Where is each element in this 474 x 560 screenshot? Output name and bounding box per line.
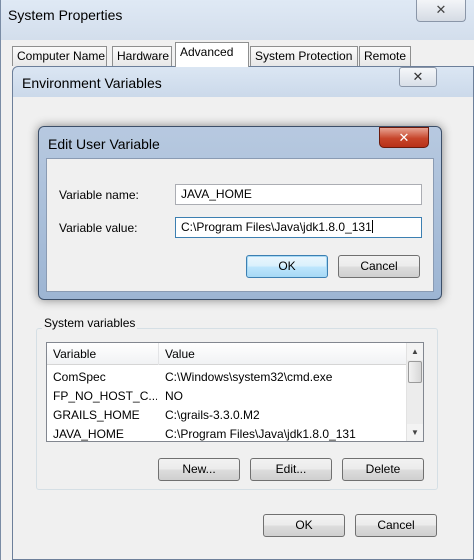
environment-ok-button[interactable]: OK xyxy=(263,514,345,537)
variable-name-value: JAVA_HOME xyxy=(181,187,252,201)
list-scrollbar[interactable]: ▲ ▼ xyxy=(406,343,423,441)
close-icon: ✕ xyxy=(398,130,410,145)
close-icon: ✕ xyxy=(435,2,447,17)
column-header-value[interactable]: Value xyxy=(159,343,408,365)
scroll-thumb[interactable] xyxy=(408,361,422,383)
edit-user-variable-close-button[interactable]: ✕ xyxy=(379,127,429,148)
row-variable: JAVA_HOME xyxy=(53,427,124,441)
edit-cancel-button[interactable]: Cancel xyxy=(338,255,420,278)
environment-variables-title: Environment Variables xyxy=(22,75,162,91)
table-row[interactable]: FP_NO_HOST_C... NO xyxy=(47,387,408,406)
table-row[interactable]: ComSpec C:\Windows\system32\cmd.exe xyxy=(47,368,408,387)
environment-cancel-button[interactable]: Cancel xyxy=(355,514,437,537)
row-value: C:\Program Files\Java\jdk1.8.0_131 xyxy=(165,427,356,441)
variable-name-input[interactable]: JAVA_HOME xyxy=(175,184,422,205)
row-value: C:\Windows\system32\cmd.exe xyxy=(165,370,333,384)
tab-computer-name[interactable]: Computer Name xyxy=(12,46,107,66)
variable-value-input[interactable]: C:\Program Files\Java\jdk1.8.0_131 xyxy=(175,217,422,238)
system-properties-close-button[interactable]: ✕ xyxy=(416,0,466,22)
tab-system-protection[interactable]: System Protection xyxy=(250,46,358,66)
close-icon: ✕ xyxy=(412,69,424,84)
variable-name-label: Variable name: xyxy=(59,188,139,202)
variable-value-label: Variable value: xyxy=(59,221,138,235)
scroll-down-icon[interactable]: ▼ xyxy=(407,424,423,441)
row-variable: ComSpec xyxy=(53,370,106,384)
row-variable: FP_NO_HOST_C... xyxy=(53,389,157,403)
edit-ok-button[interactable]: OK xyxy=(246,255,328,278)
tab-advanced[interactable]: Advanced xyxy=(175,42,249,67)
environment-variables-close-button[interactable]: ✕ xyxy=(399,67,437,87)
row-variable: GRAILS_HOME xyxy=(53,408,140,422)
delete-system-variable-button[interactable]: Delete xyxy=(342,458,424,481)
row-value: C:\grails-3.3.0.M2 xyxy=(165,408,260,422)
variable-value-value: C:\Program Files\Java\jdk1.8.0_131 xyxy=(181,220,372,234)
text-caret xyxy=(371,220,373,233)
tab-hardware[interactable]: Hardware xyxy=(112,46,172,66)
edit-user-variable-title: Edit User Variable xyxy=(48,136,160,152)
scroll-up-icon[interactable]: ▲ xyxy=(407,343,423,360)
column-header-variable[interactable]: Variable xyxy=(47,343,159,365)
edit-system-variable-button[interactable]: Edit... xyxy=(250,458,332,481)
tab-remote[interactable]: Remote xyxy=(359,46,411,66)
new-system-variable-button[interactable]: New... xyxy=(158,458,240,481)
system-variables-list[interactable]: Variable Value ComSpec C:\Windows\system… xyxy=(46,342,424,442)
row-value: NO xyxy=(165,389,183,403)
table-row[interactable]: GRAILS_HOME C:\grails-3.3.0.M2 xyxy=(47,406,408,425)
system-variables-label: System variables xyxy=(42,316,138,330)
list-header: Variable Value xyxy=(47,343,408,365)
system-properties-title: System Properties xyxy=(8,7,123,23)
table-row[interactable]: JAVA_HOME C:\Program Files\Java\jdk1.8.0… xyxy=(47,425,408,441)
